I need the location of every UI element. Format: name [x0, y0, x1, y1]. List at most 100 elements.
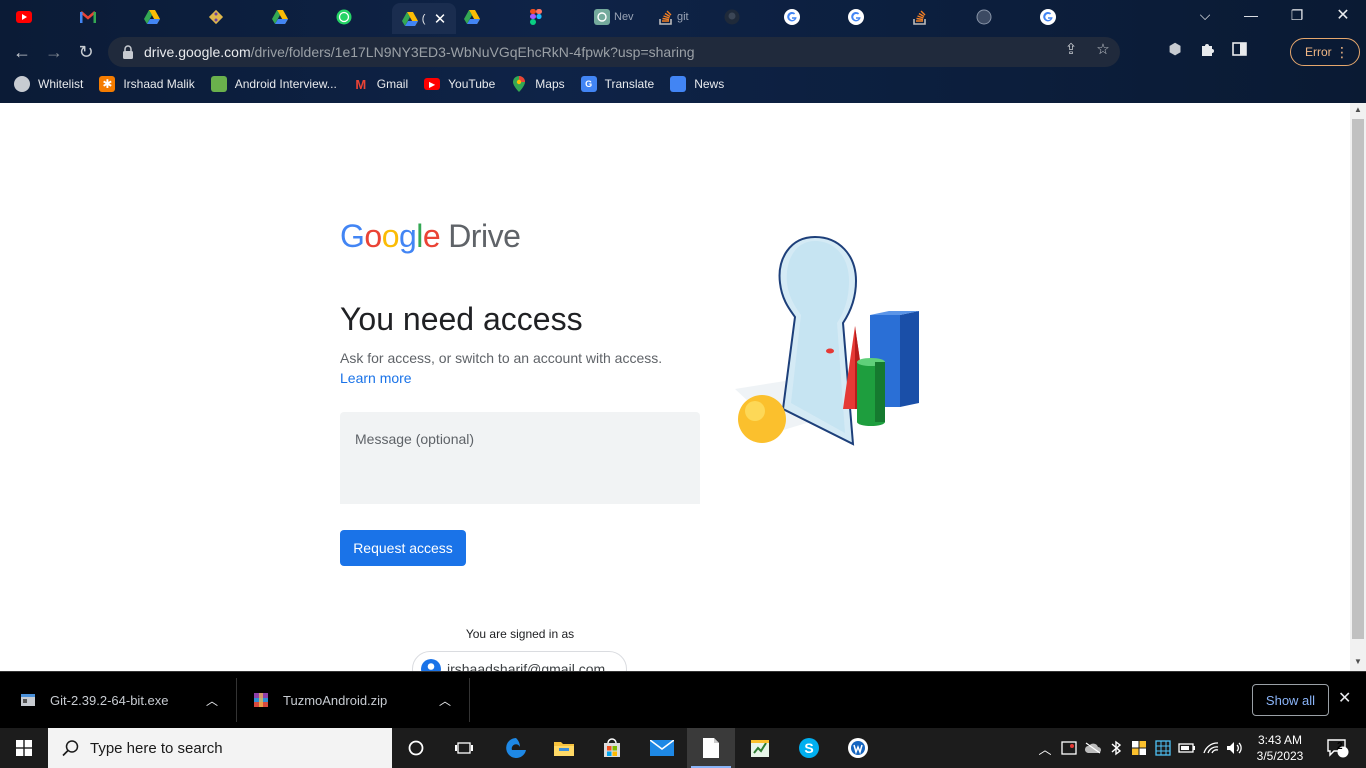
tab-strip: ( ✕ Nev git ⌵ — ❐ ✕: [0, 0, 1366, 34]
chevron-up-icon[interactable]: ︿: [439, 692, 451, 709]
tab-globe[interactable]: [970, 3, 998, 31]
edge-icon[interactable]: [492, 728, 540, 768]
gmail-icon: M: [355, 76, 367, 92]
request-access-button[interactable]: Request access: [340, 530, 466, 566]
windows-start-icon[interactable]: [0, 728, 48, 768]
close-window-icon[interactable]: ✕: [1320, 0, 1366, 30]
avatar: [421, 659, 441, 671]
close-downloads-icon[interactable]: ✕: [1338, 688, 1351, 708]
skype-icon[interactable]: S: [785, 728, 833, 768]
taskbar-search-box[interactable]: Type here to search: [48, 728, 392, 768]
google-drive-icon: [272, 10, 288, 24]
tab-figma[interactable]: [522, 3, 550, 31]
message-input[interactable]: [340, 412, 700, 504]
battery-icon[interactable]: [1176, 728, 1198, 768]
notepad-icon[interactable]: [687, 728, 735, 768]
irshaad-icon: ✱: [99, 76, 116, 92]
extensions-puzzle-icon[interactable]: [1198, 40, 1216, 58]
page-scrollbar[interactable]: ▲ ▼: [1350, 103, 1366, 671]
restore-window-icon[interactable]: ❐: [1274, 0, 1320, 30]
learn-more-link[interactable]: Learn more: [340, 370, 412, 386]
bookmark-youtube[interactable]: ▶ YouTube: [424, 77, 495, 91]
tray-app-icon[interactable]: [1058, 728, 1080, 768]
tab-git[interactable]: [202, 3, 230, 31]
mail-icon[interactable]: [638, 728, 686, 768]
bookmark-irshaad-malik[interactable]: ✱ Irshaad Malik: [99, 76, 195, 92]
tab-title: Nev: [614, 11, 634, 23]
tab-gmail[interactable]: [74, 3, 102, 31]
tray-overflow-chevron-icon[interactable]: ︿: [1036, 728, 1054, 768]
download-item-tuzmo[interactable]: TuzmoAndroid.zip ︿: [253, 678, 463, 722]
bookmark-whitelist[interactable]: Whitelist: [14, 76, 83, 92]
error-label: Error: [1305, 45, 1332, 59]
show-all-downloads-button[interactable]: Show all: [1252, 684, 1329, 716]
tab-google-2[interactable]: [842, 3, 870, 31]
logo-letter: o: [364, 218, 382, 254]
logo-letter: e: [422, 218, 441, 254]
tab-google-3[interactable]: [1034, 3, 1062, 31]
app-circle-icon[interactable]: [834, 728, 882, 768]
download-divider: [469, 678, 470, 722]
google-drive-icon: [464, 10, 480, 24]
back-arrow-icon[interactable]: ←: [8, 38, 36, 66]
bookmark-maps[interactable]: Maps: [511, 76, 565, 92]
tab-whatsapp[interactable]: [330, 3, 358, 31]
tab-chatgpt[interactable]: Nev: [590, 3, 642, 31]
security-shield-icon[interactable]: [1128, 728, 1150, 768]
scroll-up-icon[interactable]: ▲: [1354, 105, 1362, 114]
profile-error-button[interactable]: Error ⋮: [1290, 38, 1360, 66]
tab-stackoverflow[interactable]: [906, 3, 934, 31]
microsoft-store-icon[interactable]: [588, 728, 636, 768]
bookmarks-bar: Whitelist ✱ Irshaad Malik Android Interv…: [0, 70, 1366, 98]
tab-google-1[interactable]: [778, 3, 806, 31]
bookmark-news[interactable]: News: [670, 76, 724, 92]
globe-icon: [976, 9, 992, 25]
tab-drive-2[interactable]: [266, 3, 294, 31]
onedrive-offline-icon[interactable]: [1082, 728, 1104, 768]
scrollbar-thumb[interactable]: [1352, 119, 1364, 639]
tab-github[interactable]: [718, 3, 746, 31]
cortana-icon[interactable]: [392, 728, 440, 768]
spreadsheet-app-icon[interactable]: [736, 728, 784, 768]
downloads-bar: Git-2.39.2-64-bit.exe ︿ TuzmoAndroid.zip…: [0, 671, 1366, 728]
wifi-icon[interactable]: [1200, 728, 1222, 768]
scroll-down-icon[interactable]: ▼: [1354, 657, 1362, 666]
reload-icon[interactable]: ↻: [72, 38, 100, 66]
bluetooth-icon[interactable]: [1106, 728, 1126, 768]
download-filename: Git-2.39.2-64-bit.exe: [50, 692, 169, 708]
account-chip[interactable]: irshaadsharif@gmail.com: [412, 651, 627, 671]
notification-center-icon[interactable]: 2: [1318, 728, 1358, 768]
download-item-git[interactable]: Git-2.39.2-64-bit.exe ︿: [20, 678, 230, 722]
tab-drive-1[interactable]: [138, 3, 166, 31]
url-domain: drive.google.com: [144, 44, 251, 60]
clock-time: 3:43 AM: [1257, 733, 1303, 747]
tab-drive-active[interactable]: ( ✕: [392, 3, 456, 34]
tab-stackoverflow-git[interactable]: git: [654, 3, 706, 31]
forward-arrow-icon[interactable]: →: [40, 38, 68, 66]
google-drive-icon: [144, 10, 160, 24]
close-tab-icon[interactable]: ✕: [434, 10, 447, 28]
chevron-up-icon[interactable]: ︿: [206, 692, 218, 709]
chatgpt-icon: [594, 9, 610, 25]
bookmark-android-interview[interactable]: Android Interview...: [210, 76, 337, 92]
address-bar[interactable]: drive.google.com/drive/folders/1e17LN9NY…: [108, 37, 1120, 67]
tab-search-chevron-icon[interactable]: ⌵: [1182, 0, 1228, 30]
volume-icon[interactable]: [1224, 728, 1246, 768]
network-grid-icon[interactable]: [1152, 728, 1174, 768]
taskbar-clock[interactable]: 3:43 AM 3/5/2023: [1250, 732, 1310, 764]
bookmark-star-icon[interactable]: ☆: [1094, 40, 1112, 58]
file-explorer-icon[interactable]: [540, 728, 588, 768]
extension-hexagon-icon[interactable]: ⬢: [1166, 40, 1184, 58]
tab-youtube[interactable]: [10, 3, 38, 31]
bookmark-gmail[interactable]: M Gmail: [353, 76, 408, 92]
android-icon: [210, 76, 227, 92]
keyhole-illustration: [735, 235, 919, 446]
account-email: irshaadsharif@gmail.com: [447, 661, 606, 671]
minimize-window-icon[interactable]: —: [1228, 0, 1274, 30]
side-panel-icon[interactable]: [1230, 40, 1248, 58]
lock-icon[interactable]: [122, 45, 134, 59]
bookmark-translate[interactable]: G Translate: [580, 76, 654, 92]
tab-drive-3[interactable]: [458, 3, 486, 31]
task-view-icon[interactable]: [440, 728, 488, 768]
share-icon[interactable]: ⇪: [1062, 40, 1080, 58]
